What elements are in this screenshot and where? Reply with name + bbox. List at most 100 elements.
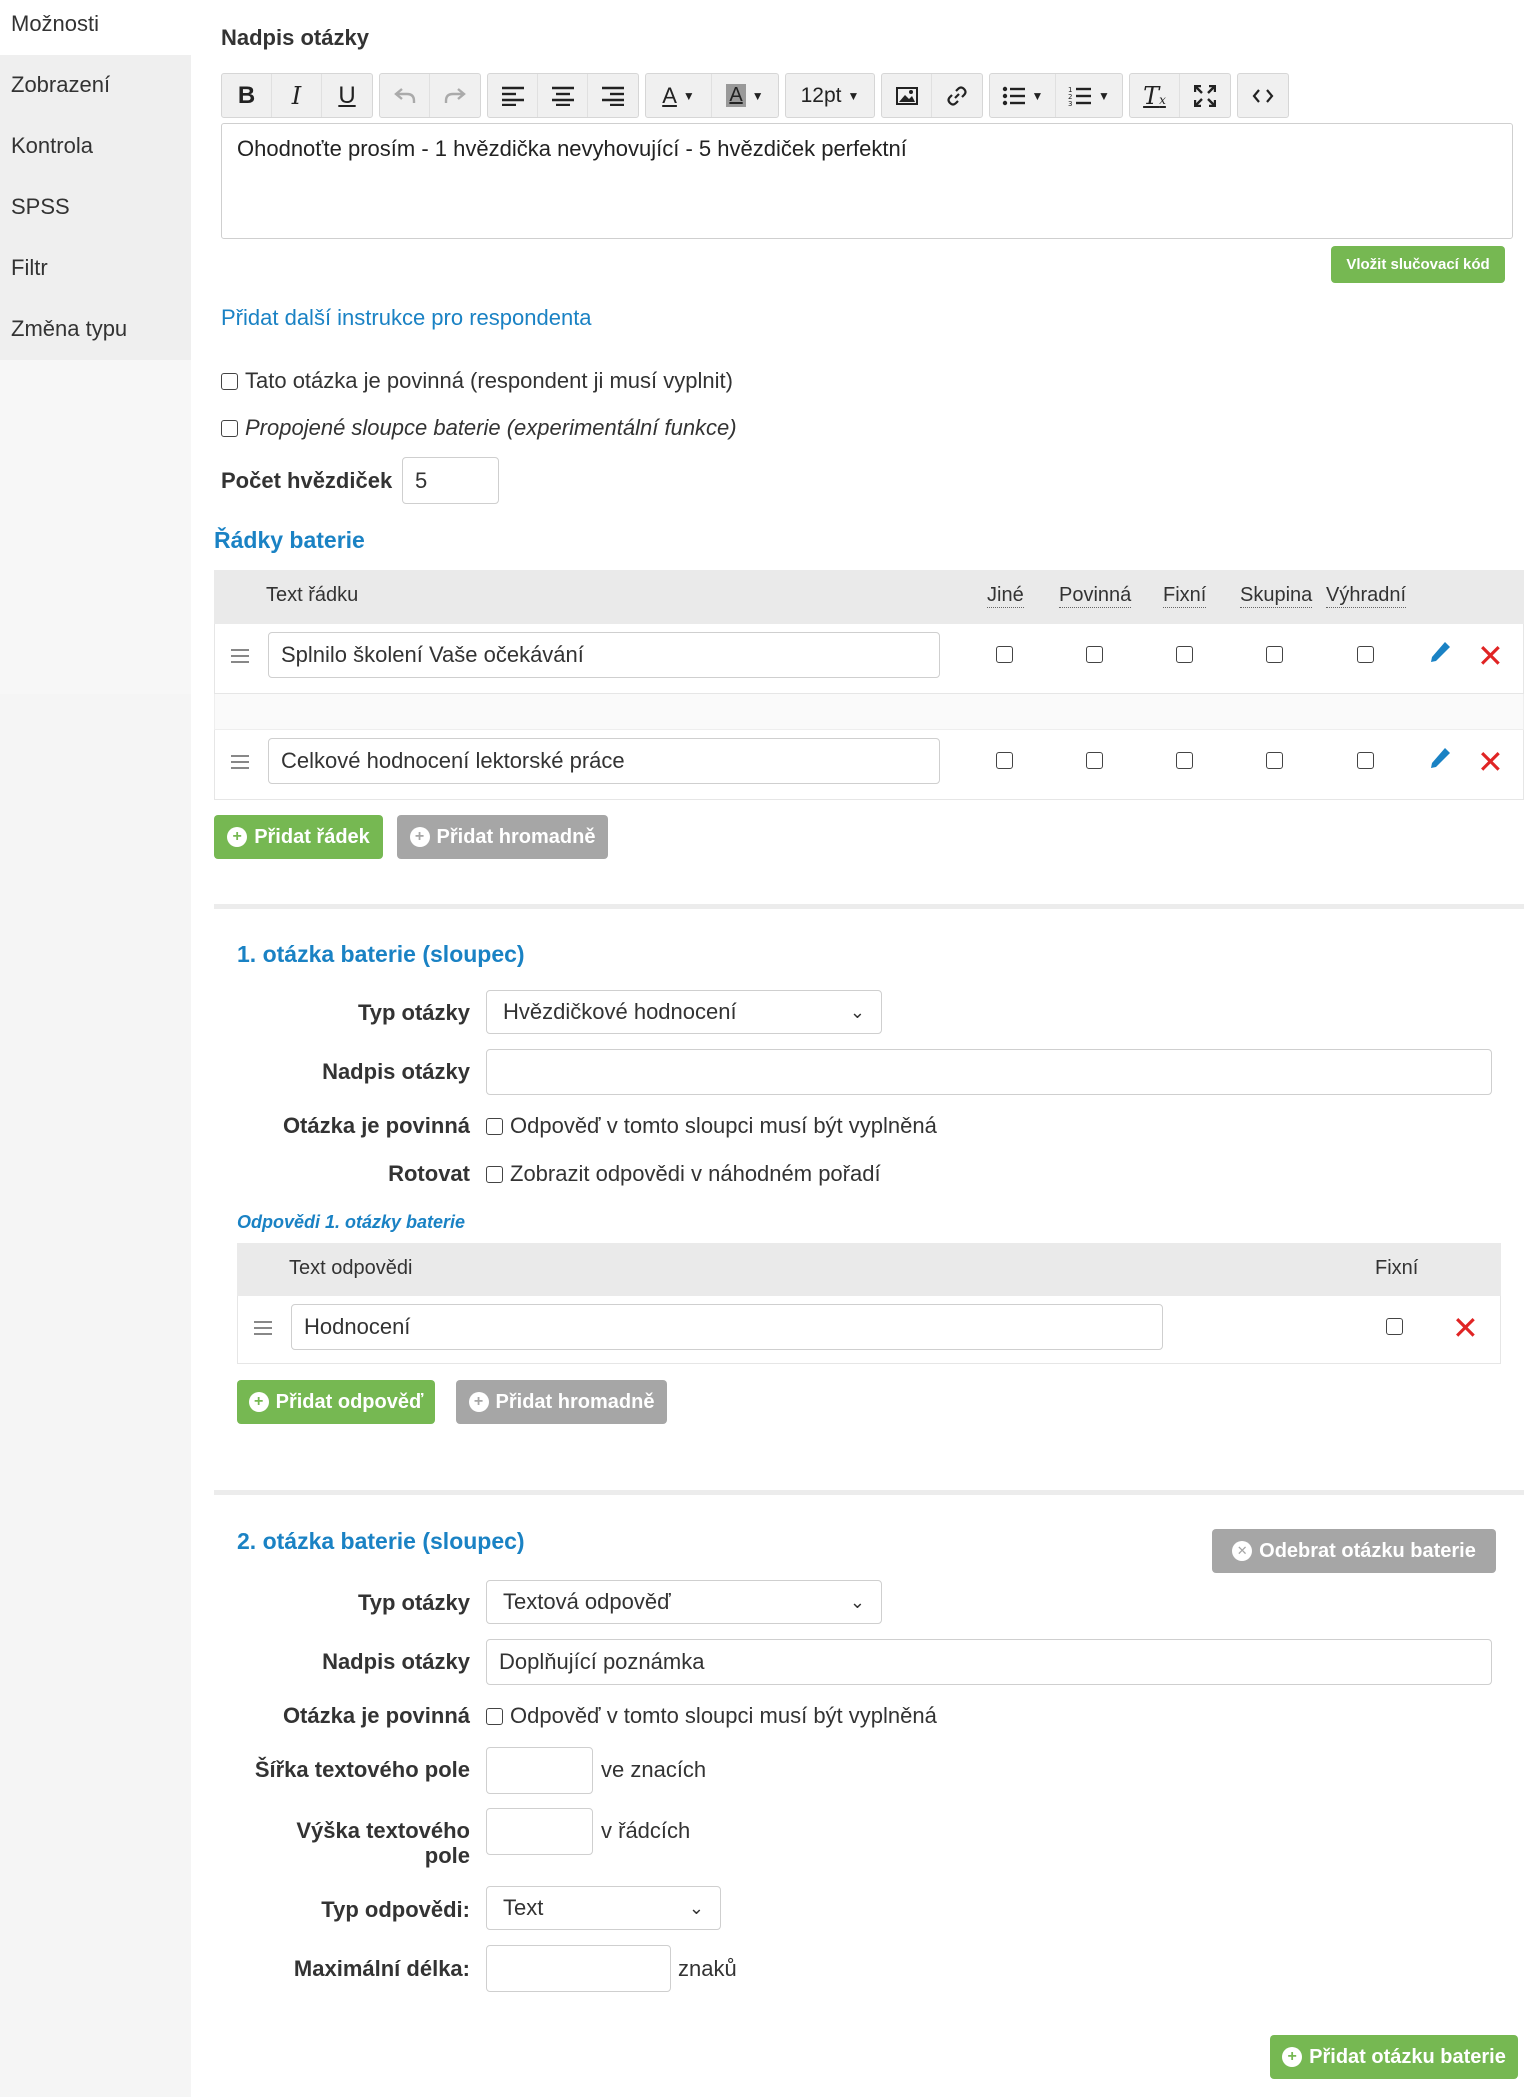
table-row: Celkové hodnocení lektorské práce ✕ (214, 730, 1524, 800)
add-answers-bulk-label: Přidat hromadně (495, 1390, 655, 1413)
drag-handle-icon[interactable] (231, 649, 249, 663)
row-exclusive-checkbox[interactable] (1357, 646, 1374, 663)
toolbar-group-tools: Tx (1129, 73, 1231, 118)
column2-height-label: Výška textového pole (170, 1818, 470, 1868)
table-row-collapsed (214, 694, 1524, 730)
column2-type-select[interactable]: Textová odpověď ⌄ (486, 1580, 882, 1624)
question-text-editor[interactable]: Ohodnoťte prosím - 1 hvězdička nevyhovuj… (221, 123, 1513, 239)
clear-formatting-button[interactable]: Tx (1130, 74, 1180, 117)
sidebar-item-spss[interactable]: SPSS (0, 177, 191, 238)
column2-height-input[interactable] (486, 1808, 593, 1855)
add-answer-button[interactable]: + Přidat odpověď (237, 1380, 435, 1424)
align-center-button[interactable] (538, 74, 588, 117)
column2-width-unit: ve znacích (601, 1757, 707, 1782)
drag-handle-icon[interactable] (254, 1321, 272, 1335)
insert-image-button[interactable] (882, 74, 932, 117)
row-text-input[interactable]: Celkové hodnocení lektorské práce (268, 738, 940, 784)
text-color-icon: A (662, 82, 677, 108)
column1-heading-input[interactable] (486, 1049, 1492, 1095)
delete-row-icon[interactable]: ✕ (1477, 640, 1504, 672)
linked-columns-checkbox[interactable] (221, 419, 238, 437)
sidebar-item-filtr[interactable]: Filtr (0, 238, 191, 299)
column1-type-select[interactable]: Hvězdičkové hodnocení ⌄ (486, 990, 882, 1034)
add-instructions-link[interactable]: Přidat další instrukce pro respondenta (221, 305, 592, 331)
column2-required-checkbox[interactable] (486, 1707, 503, 1725)
insert-merge-code-label: Vložit slučovací kód (1346, 256, 1490, 273)
add-battery-question-button[interactable]: + Přidat otázku baterie (1270, 2035, 1518, 2079)
required-question-checkbox[interactable] (221, 372, 238, 390)
fullscreen-button[interactable] (1180, 74, 1230, 117)
font-size-dropdown[interactable]: 12pt ▼ (786, 74, 874, 117)
add-rows-bulk-button[interactable]: + Přidat hromadně (397, 815, 608, 859)
text-color-button[interactable]: A ▼ (646, 74, 712, 117)
add-answers-bulk-button[interactable]: + Přidat hromadně (456, 1380, 667, 1424)
sidebar-item-kontrola[interactable]: Kontrola (0, 116, 191, 177)
chevron-down-icon: ▼ (1098, 88, 1110, 103)
row-group-checkbox[interactable] (1266, 752, 1283, 769)
row-fixed-checkbox[interactable] (1176, 752, 1193, 769)
align-right-button[interactable] (588, 74, 638, 117)
toolbar-group-format: B I U (221, 73, 373, 118)
row-exclusive-checkbox[interactable] (1357, 752, 1374, 769)
answer-text-input[interactable]: Hodnocení (291, 1304, 1163, 1350)
column1-required-text: Odpověď v tomto sloupci musí být vyplněn… (510, 1113, 937, 1138)
stars-count-input[interactable]: 5 (402, 457, 499, 504)
row-other-checkbox[interactable] (996, 752, 1013, 769)
answer-fixed-checkbox[interactable] (1386, 1318, 1403, 1335)
column2-width-input[interactable] (486, 1747, 593, 1794)
sidebar-item-zobrazeni[interactable]: Zobrazení (0, 55, 191, 116)
rows-section-title: Řádky baterie (214, 527, 365, 553)
numbered-list-button[interactable]: 123 ▼ (1056, 74, 1122, 117)
column1-rotate-label: Rotovat (388, 1161, 470, 1186)
insert-link-button[interactable] (932, 74, 982, 117)
column2-heading-input[interactable]: Doplňující poznámka (486, 1639, 1492, 1685)
insert-merge-code-button[interactable]: Vložit slučovací kód (1331, 246, 1505, 283)
delete-answer-icon[interactable]: ✕ (1452, 1312, 1479, 1344)
stars-count-value: 5 (415, 467, 428, 493)
sidebar-item-label: Kontrola (11, 133, 93, 158)
drag-handle-icon[interactable] (231, 755, 249, 769)
column1-required-checkbox[interactable] (486, 1117, 503, 1135)
sidebar-item-zmena-typu[interactable]: Změna typu (0, 299, 191, 360)
redo-button[interactable] (430, 74, 480, 117)
italic-button[interactable]: I (272, 74, 322, 117)
sidebar-item-moznosti[interactable]: Možnosti (0, 0, 191, 55)
delete-row-icon[interactable]: ✕ (1477, 746, 1504, 778)
chevron-down-icon: ⌄ (688, 1897, 704, 1918)
align-left-button[interactable] (488, 74, 538, 117)
bold-button[interactable]: B (222, 74, 272, 117)
add-answer-label: Přidat odpověď (275, 1390, 424, 1413)
column2-max-length-input[interactable] (486, 1945, 671, 1992)
row-fixed-checkbox[interactable] (1176, 646, 1193, 663)
row-group-checkbox[interactable] (1266, 646, 1283, 663)
add-rows-bulk-label: Přidat hromadně (436, 825, 596, 848)
undo-button[interactable] (380, 74, 430, 117)
background-color-icon: A (726, 84, 746, 107)
row-text-value: Celkové hodnocení lektorské práce (281, 748, 625, 773)
clear-formatting-icon: Tx (1143, 81, 1166, 110)
column2-answer-type-select[interactable]: Text ⌄ (486, 1886, 721, 1930)
toolbar-group-lists: ▼ 123 ▼ (989, 73, 1123, 118)
column1-required-label: Otázka je povinná (282, 1113, 470, 1138)
edit-row-pencil-icon[interactable] (1428, 640, 1452, 668)
bullet-list-button[interactable]: ▼ (990, 74, 1056, 117)
header-other: Jiné (987, 584, 1024, 608)
edit-row-pencil-icon[interactable] (1428, 746, 1452, 774)
chevron-down-icon: ▼ (682, 88, 695, 103)
add-row-label: Přidat řádek (254, 825, 370, 848)
header-answer-text: Text odpovědi (289, 1257, 413, 1279)
remove-battery-question-label: Odebrat otázku baterie (1259, 1539, 1476, 1562)
row-required-checkbox[interactable] (1086, 646, 1103, 663)
required-question-option: Tato otázka je povinná (respondent ji mu… (221, 368, 733, 394)
row-required-checkbox[interactable] (1086, 752, 1103, 769)
toolbar-group-insert (881, 73, 983, 118)
underline-button[interactable]: U (322, 74, 372, 117)
column1-rotate-checkbox[interactable] (486, 1165, 503, 1183)
row-text-input[interactable]: Splnilo školení Vaše očekávání (268, 632, 940, 678)
chevron-down-icon: ⌄ (849, 1001, 865, 1022)
source-code-button[interactable] (1238, 74, 1288, 117)
row-other-checkbox[interactable] (996, 646, 1013, 663)
background-color-button[interactable]: A ▼ (712, 74, 778, 117)
remove-battery-question-button[interactable]: ✕ Odebrat otázku baterie (1212, 1529, 1496, 1573)
add-row-button[interactable]: + Přidat řádek (214, 815, 383, 859)
